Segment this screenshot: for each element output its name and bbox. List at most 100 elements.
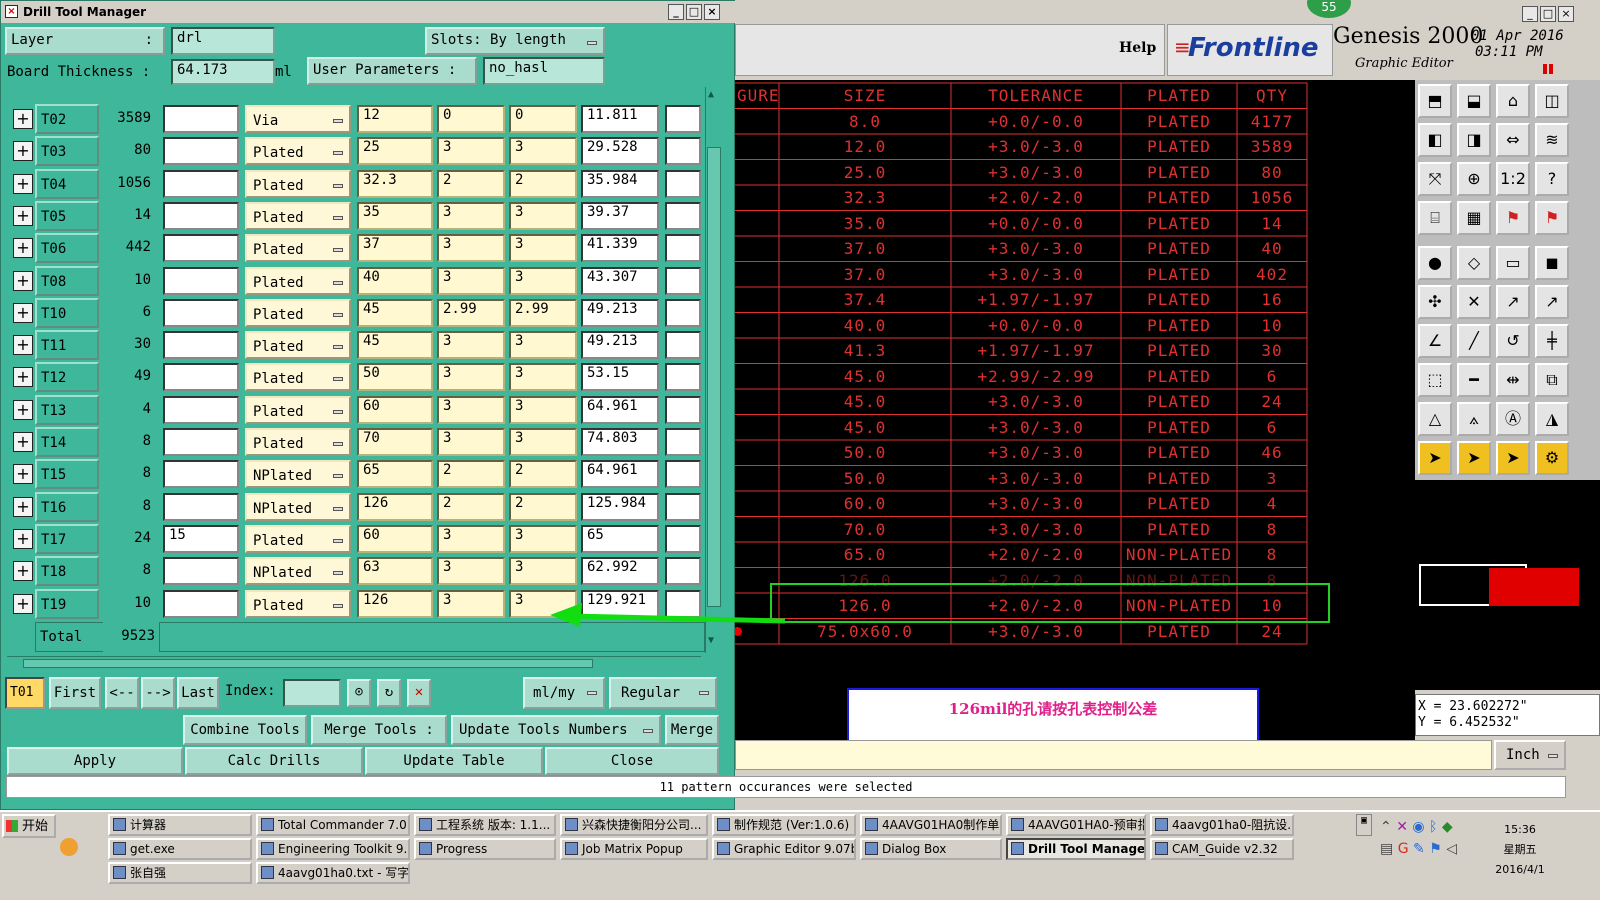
start-button[interactable]: 开始 bbox=[2, 814, 56, 838]
tol-minus-field[interactable]: 2.99 bbox=[509, 298, 577, 327]
undo-icon[interactable]: ↺ bbox=[1496, 324, 1530, 358]
tool-size-field[interactable]: 60 bbox=[357, 524, 433, 553]
finish-size-field[interactable]: 62.992 bbox=[581, 557, 659, 586]
arrow-line2-icon[interactable]: ↗ bbox=[1535, 285, 1569, 319]
tol-plus-field[interactable]: 2 bbox=[437, 492, 505, 521]
cross-icon[interactable]: ✕ bbox=[1457, 285, 1491, 319]
tool-param-field[interactable] bbox=[163, 395, 239, 424]
expand-icon[interactable]: + bbox=[13, 302, 33, 323]
expand-icon[interactable]: + bbox=[13, 205, 33, 226]
taskbar-button[interactable]: CAM_Guide v2.32 bbox=[1150, 838, 1294, 860]
taskbar-button[interactable]: 兴森快捷衡阳分公司... bbox=[560, 814, 708, 836]
finish-size-field[interactable]: 29.528 bbox=[581, 137, 659, 166]
finish-size-field[interactable]: 53.15 bbox=[581, 363, 659, 392]
tool-type-select[interactable]: NPlated bbox=[245, 557, 351, 586]
tool-param-field[interactable] bbox=[163, 363, 239, 392]
triangle3-icon[interactable]: ◮ bbox=[1535, 402, 1569, 436]
minimize-button[interactable]: _ bbox=[668, 4, 684, 20]
pointer2-icon[interactable]: ➤ bbox=[1496, 441, 1530, 475]
triangle2-icon[interactable]: ⟑ bbox=[1457, 402, 1491, 436]
tool-type-select[interactable]: Plated bbox=[245, 169, 351, 198]
tool-name[interactable]: T08 bbox=[35, 265, 99, 296]
extra-field[interactable] bbox=[665, 169, 701, 198]
tool-name[interactable]: T02 bbox=[35, 104, 99, 134]
tool-param-field[interactable] bbox=[163, 428, 239, 456]
pointer-select-icon[interactable]: ➤ bbox=[1457, 441, 1491, 475]
extra-field[interactable] bbox=[665, 105, 701, 133]
close-window-button[interactable]: × bbox=[704, 4, 720, 20]
tool-size-field[interactable]: 70 bbox=[357, 428, 433, 456]
tool-name[interactable]: T05 bbox=[35, 200, 99, 231]
update-table-button[interactable]: Update Table bbox=[365, 747, 543, 775]
tool-name[interactable]: T11 bbox=[35, 330, 99, 361]
settings-icon[interactable]: ⚙ bbox=[1535, 441, 1569, 475]
panel-left-icon[interactable]: ◧ bbox=[1418, 123, 1452, 157]
tool-param-field[interactable] bbox=[163, 331, 239, 360]
search-icon[interactable]: ⊙ bbox=[347, 679, 371, 707]
layer-menu[interactable]: Layer : bbox=[5, 27, 165, 55]
finish-size-field[interactable]: 64.961 bbox=[581, 460, 659, 489]
tol-plus-field[interactable]: 3 bbox=[437, 201, 505, 230]
home-icon[interactable]: ⌂ bbox=[1496, 84, 1530, 118]
taskbar-button[interactable]: get.exe bbox=[108, 838, 252, 860]
scale-icon[interactable]: 1:2 bbox=[1496, 162, 1530, 196]
extra-field[interactable] bbox=[665, 363, 701, 392]
first-button[interactable]: First bbox=[49, 677, 101, 709]
tool-param-field[interactable] bbox=[163, 298, 239, 327]
taskbar-button[interactable]: Progress bbox=[414, 838, 556, 860]
extra-field[interactable] bbox=[665, 557, 701, 586]
view-down-icon[interactable]: ⬓ bbox=[1457, 84, 1491, 118]
tol-plus-field[interactable]: 3 bbox=[437, 524, 505, 553]
extra-field[interactable] bbox=[665, 492, 701, 521]
tool-size-field[interactable]: 45 bbox=[357, 298, 433, 327]
extra-field[interactable] bbox=[665, 460, 701, 489]
taskbar-button[interactable]: 4AAVG01HA0制作单.x... bbox=[860, 814, 1002, 836]
tool-name[interactable]: T15 bbox=[35, 459, 99, 490]
extra-field[interactable] bbox=[665, 331, 701, 360]
tool-size-field[interactable]: 40 bbox=[357, 266, 433, 295]
view-home-icon[interactable]: ⬒ bbox=[1418, 84, 1452, 118]
combine-tools-button[interactable]: Combine Tools bbox=[183, 715, 307, 745]
taskbar-button[interactable]: Engineering Toolkit 9.07... bbox=[256, 838, 410, 860]
tray-net-icon[interactable]: ▤ bbox=[1380, 841, 1393, 857]
tool-size-field[interactable]: 126 bbox=[357, 492, 433, 521]
expand-icon[interactable]: + bbox=[13, 561, 33, 582]
expand-icon[interactable]: + bbox=[13, 238, 33, 259]
tool-name[interactable]: T16 bbox=[35, 491, 99, 522]
layer-input[interactable]: drl bbox=[171, 27, 275, 55]
tool-param-field[interactable] bbox=[163, 557, 239, 586]
tol-plus-field[interactable]: 2 bbox=[437, 169, 505, 198]
tol-plus-field[interactable]: 3 bbox=[437, 557, 505, 586]
finish-size-field[interactable]: 11.811 bbox=[581, 105, 659, 133]
horizontal-scrollbar[interactable] bbox=[7, 656, 701, 670]
update-tools-numbers-select[interactable]: Update Tools Numbers bbox=[451, 715, 661, 745]
tool-name[interactable]: T06 bbox=[35, 233, 99, 264]
prev-button[interactable]: <-- bbox=[105, 677, 139, 709]
tol-minus-field[interactable]: 3 bbox=[509, 266, 577, 295]
expand-icon[interactable]: + bbox=[13, 335, 33, 356]
tool-name[interactable]: T13 bbox=[35, 394, 99, 425]
finish-size-field[interactable]: 65 bbox=[581, 524, 659, 553]
taskbar-button[interactable]: 制作规范 (Ver:1.0.6) bbox=[712, 814, 856, 836]
help-menu[interactable]: Help bbox=[1119, 40, 1156, 56]
tool-type-select[interactable]: NPlated bbox=[245, 460, 351, 489]
tray-clock[interactable]: 15:36 星期五 2016/4/1 bbox=[1490, 820, 1550, 880]
tool-name[interactable]: T14 bbox=[35, 427, 99, 457]
tool-param-field[interactable] bbox=[163, 137, 239, 166]
tool-size-field[interactable]: 50 bbox=[357, 363, 433, 392]
tool-name[interactable]: T03 bbox=[35, 136, 99, 167]
tray-x-icon[interactable]: ✕ bbox=[1396, 819, 1408, 835]
tool-type-select[interactable]: Plated bbox=[245, 428, 351, 456]
tool-param-field[interactable] bbox=[163, 234, 239, 263]
panel-right-icon[interactable]: ◨ bbox=[1457, 123, 1491, 157]
taskbar-button[interactable]: 4aavg01ha0.txt - 写字板 bbox=[256, 862, 410, 884]
tray-feather-icon[interactable]: ✎ bbox=[1413, 841, 1425, 857]
finish-size-field[interactable]: 43.307 bbox=[581, 266, 659, 295]
board-thickness-input[interactable]: 64.173 bbox=[171, 59, 275, 85]
pointer-icon[interactable]: ➤ bbox=[1418, 441, 1452, 475]
copy-icon[interactable]: ⧉ bbox=[1535, 363, 1569, 397]
grid-icon[interactable]: ▦ bbox=[1457, 201, 1491, 235]
tol-minus-field[interactable]: 3 bbox=[509, 234, 577, 263]
slots-select[interactable]: Slots: By length bbox=[425, 27, 605, 55]
tool-size-field[interactable]: 65 bbox=[357, 460, 433, 489]
